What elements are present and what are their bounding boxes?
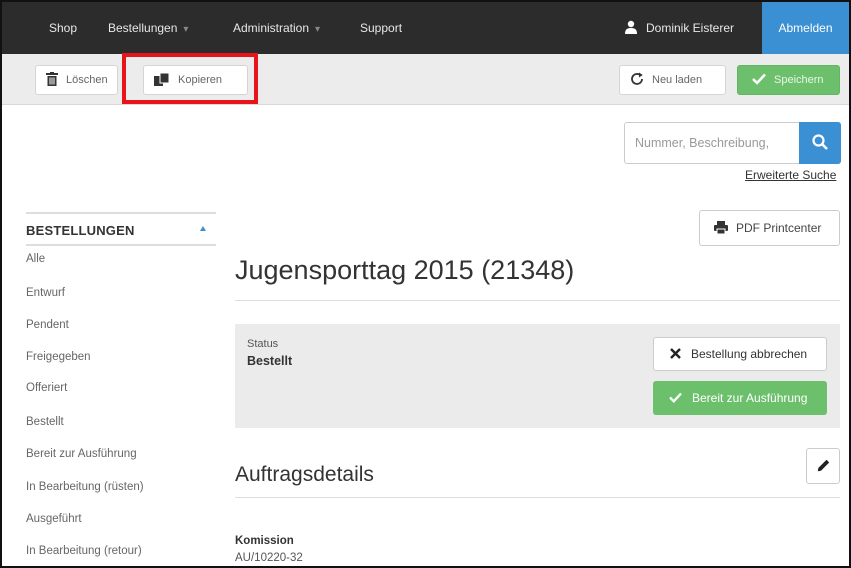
top-navbar: Shop Bestellungen ▾ Administration ▾ Suppo… bbox=[2, 2, 849, 54]
nav-item-label: Shop bbox=[49, 21, 78, 35]
close-icon bbox=[670, 347, 681, 359]
chevron-up-icon bbox=[200, 226, 206, 231]
search-box bbox=[624, 122, 841, 164]
save-button[interactable]: Speichern bbox=[737, 65, 840, 95]
advanced-search-link[interactable]: Erweiterte Suche bbox=[745, 168, 836, 182]
nav-item-label: Administration bbox=[233, 21, 310, 35]
komission-value: AU/10220-32 bbox=[235, 552, 303, 564]
nav-item-label: Bestellungen bbox=[108, 21, 178, 35]
logout-button[interactable]: Abmelden bbox=[762, 2, 849, 54]
highlight-box bbox=[122, 53, 258, 104]
nav-item-label: Support bbox=[360, 21, 403, 35]
edit-button[interactable] bbox=[806, 448, 840, 484]
komission-label: Komission bbox=[235, 535, 294, 547]
pdf-printcenter-button[interactable]: PDF Printcenter bbox=[699, 210, 840, 246]
refresh-icon bbox=[631, 72, 643, 85]
pencil-icon bbox=[817, 459, 830, 472]
status-value: Bestellt bbox=[247, 354, 293, 368]
check-icon bbox=[669, 392, 682, 403]
nav-item-administration[interactable]: Administration ▾ bbox=[233, 2, 320, 54]
chevron-down-icon: ▾ bbox=[183, 24, 189, 35]
pdf-label: PDF Printcenter bbox=[736, 221, 822, 235]
search-icon bbox=[812, 134, 828, 150]
sidebar-item-offeriert[interactable]: Offeriert bbox=[26, 382, 67, 394]
printer-icon bbox=[714, 220, 728, 235]
sidebar-item-entwurf[interactable]: Entwurf bbox=[26, 287, 65, 299]
sidebar-item-alle[interactable]: Alle bbox=[26, 253, 45, 265]
trash-icon bbox=[46, 72, 58, 87]
sidebar-item-freigegeben[interactable]: Freigegeben bbox=[26, 351, 91, 363]
nav-item-bestellungen[interactable]: Bestellungen ▾ bbox=[108, 2, 188, 54]
nav-item-shop[interactable]: Shop bbox=[49, 2, 77, 54]
ready-label: Bereit zur Ausführung bbox=[692, 391, 808, 405]
nav-item-support[interactable]: Support bbox=[360, 2, 402, 54]
sidebar-header[interactable]: BESTELLUNGEN bbox=[26, 212, 216, 246]
divider bbox=[235, 497, 840, 498]
user-menu[interactable]: Dominik Eisterer bbox=[624, 2, 734, 54]
sidebar-item-bestellt[interactable]: Bestellt bbox=[26, 416, 64, 428]
divider bbox=[235, 300, 840, 301]
section-title: Auftragsdetails bbox=[235, 463, 374, 486]
cancel-order-label: Bestellung abbrechen bbox=[691, 347, 808, 361]
chevron-down-icon: ▾ bbox=[315, 24, 321, 35]
search-input[interactable] bbox=[625, 123, 799, 163]
sidebar-title: BESTELLUNGEN bbox=[26, 223, 135, 238]
check-icon bbox=[752, 73, 766, 85]
sidebar-item-pendent[interactable]: Pendent bbox=[26, 319, 69, 331]
status-panel: Status Bestellt Bestellung abbrechen Ber… bbox=[235, 324, 840, 428]
search-button[interactable] bbox=[799, 122, 841, 164]
status-label: Status bbox=[247, 338, 279, 350]
sidebar-item-ruesten[interactable]: In Bearbeitung (rüsten) bbox=[26, 481, 144, 493]
delete-label: Löschen bbox=[66, 74, 108, 86]
page-title: Jugensporttag 2015 (21348) bbox=[235, 255, 575, 285]
save-label: Speichern bbox=[774, 74, 824, 86]
ready-for-execution-button[interactable]: Bereit zur Ausführung bbox=[653, 381, 827, 415]
sidebar-item-bereit[interactable]: Bereit zur Ausführung bbox=[26, 448, 137, 460]
sidebar-item-retour[interactable]: In Bearbeitung (retour) bbox=[26, 545, 142, 557]
reload-label: Neu laden bbox=[652, 74, 703, 86]
sidebar-item-ausgefuehrt[interactable]: Ausgeführt bbox=[26, 513, 82, 525]
app-window: Shop Bestellungen ▾ Administration ▾ Suppo… bbox=[0, 0, 851, 568]
delete-button[interactable]: Löschen bbox=[35, 65, 118, 95]
user-icon bbox=[625, 21, 637, 35]
cancel-order-button[interactable]: Bestellung abbrechen bbox=[653, 337, 827, 371]
reload-button[interactable]: Neu laden bbox=[619, 65, 726, 95]
user-name: Dominik Eisterer bbox=[646, 21, 735, 35]
